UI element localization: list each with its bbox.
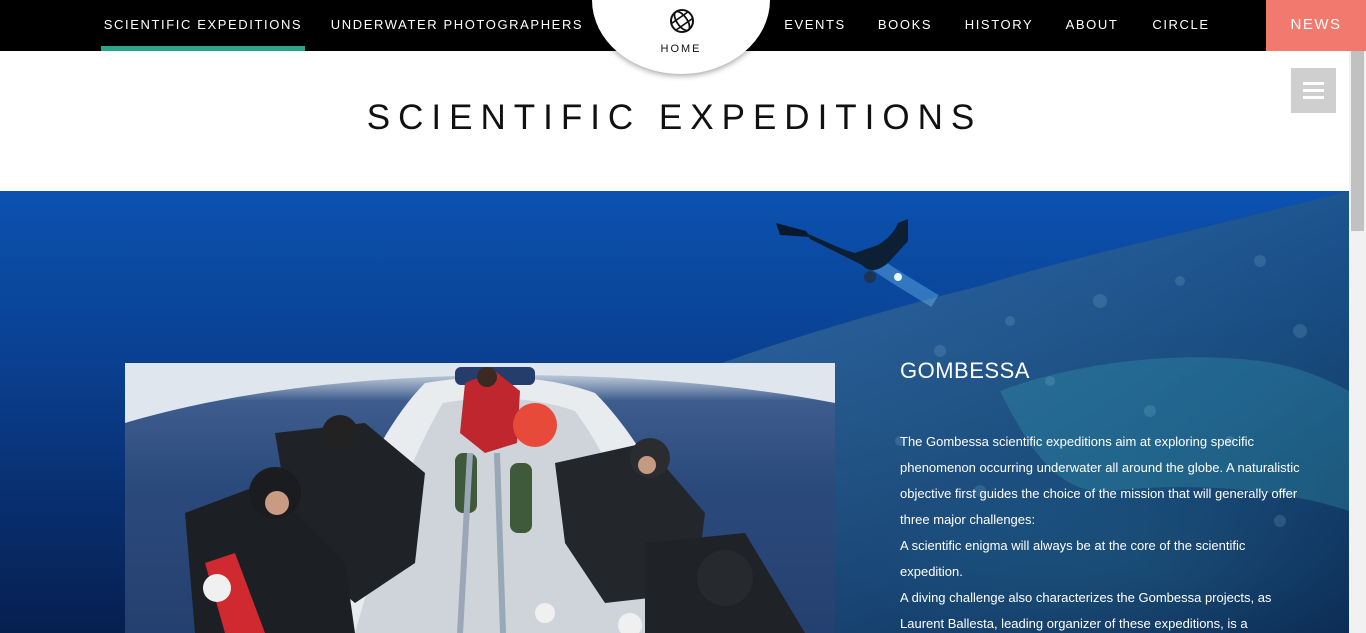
home-tab[interactable]: HOME (592, 0, 770, 74)
feature-article: GOMBESSA The Gombessa scientific expedit… (900, 358, 1300, 633)
boat-photo-illustration (125, 363, 835, 633)
feature-paragraph: The Gombessa scientific expeditions aim … (900, 434, 1300, 527)
nav-item-books[interactable]: BOOKS (872, 0, 938, 51)
feature-paragraph: A diving challenge also characterizes th… (900, 590, 1272, 631)
news-button[interactable]: NEWS (1266, 0, 1366, 51)
scrollbar-thumb[interactable] (1351, 51, 1364, 231)
feature-title: GOMBESSA (900, 358, 1030, 383)
nav-item-circle[interactable]: CIRCLE (1145, 0, 1217, 51)
page-scrollbar[interactable] (1349, 51, 1366, 633)
diver-illustration (776, 219, 939, 308)
expedition-boat-photo (125, 363, 835, 633)
hamburger-menu-icon (1303, 82, 1324, 85)
nav-item-events[interactable]: EVENTS (778, 0, 852, 51)
nav-item-about[interactable]: ABOUT (1058, 0, 1126, 51)
nav-item-history[interactable]: HISTORY (958, 0, 1040, 51)
home-label: HOME (660, 43, 702, 55)
page-title: SCIENTIFIC EXPEDITIONS (366, 98, 983, 137)
nav-item-scientific-expeditions[interactable]: SCIENTIFIC EXPEDITIONS (101, 0, 305, 51)
hamburger-menu-icon-bar (1303, 96, 1324, 99)
hero-section: GOMBESSA The Gombessa scientific expedit… (0, 191, 1349, 633)
nav-item-underwater-photographers[interactable]: UNDERWATER PHOTOGRAPHERS (330, 0, 584, 51)
feature-paragraph: A scientific enigma will always be at th… (900, 538, 1246, 579)
globe-icon (670, 9, 694, 33)
menu-button[interactable] (1291, 68, 1336, 113)
hamburger-menu-icon-bar (1303, 89, 1324, 92)
